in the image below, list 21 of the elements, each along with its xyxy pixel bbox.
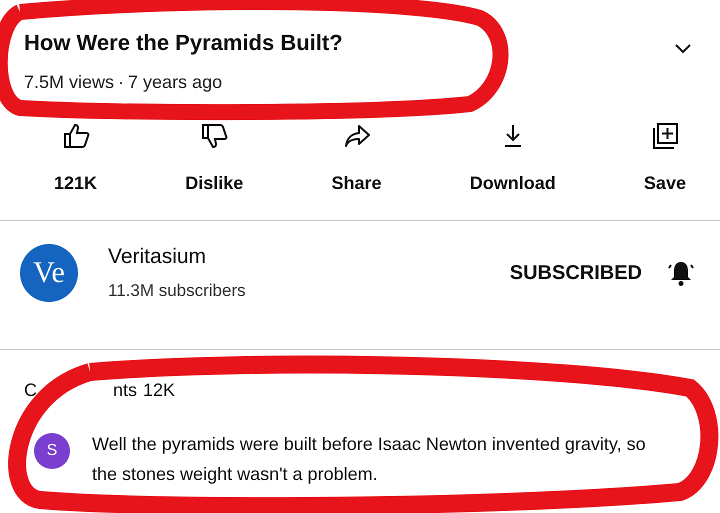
channel-logo[interactable]: Ve [20, 244, 78, 302]
video-title: How Were the Pyramids Built? [24, 30, 343, 56]
channel-name[interactable]: Veritasium [108, 245, 504, 269]
comment-text: Well the pyramids were built before Isaac Newton invented gravity, so the stones weight wasn't a problem. [92, 433, 647, 486]
bell-icon[interactable] [668, 259, 694, 287]
comments-heading: C [24, 380, 37, 401]
meta-separator: · [118, 72, 124, 93]
thumbs-down-icon [199, 121, 230, 151]
chevron-down-icon[interactable] [674, 43, 692, 55]
save-button[interactable]: Save [644, 121, 686, 194]
share-button[interactable]: Share [331, 121, 382, 194]
upload-age: 7 years ago [128, 72, 222, 93]
download-button[interactable]: Download [470, 121, 556, 194]
commenter-avatar: S [34, 433, 70, 469]
view-count: 7.5M views [24, 72, 114, 93]
comment-count: 12K [143, 380, 176, 401]
subscriber-count: 11.3M subscribers [108, 281, 247, 301]
subscribed-button[interactable]: SUBSCRIBED [504, 260, 648, 286]
dislike-button[interactable]: Dislike [185, 121, 244, 194]
like-button[interactable]: 121K [54, 121, 98, 194]
comments-heading: nts [113, 380, 138, 401]
